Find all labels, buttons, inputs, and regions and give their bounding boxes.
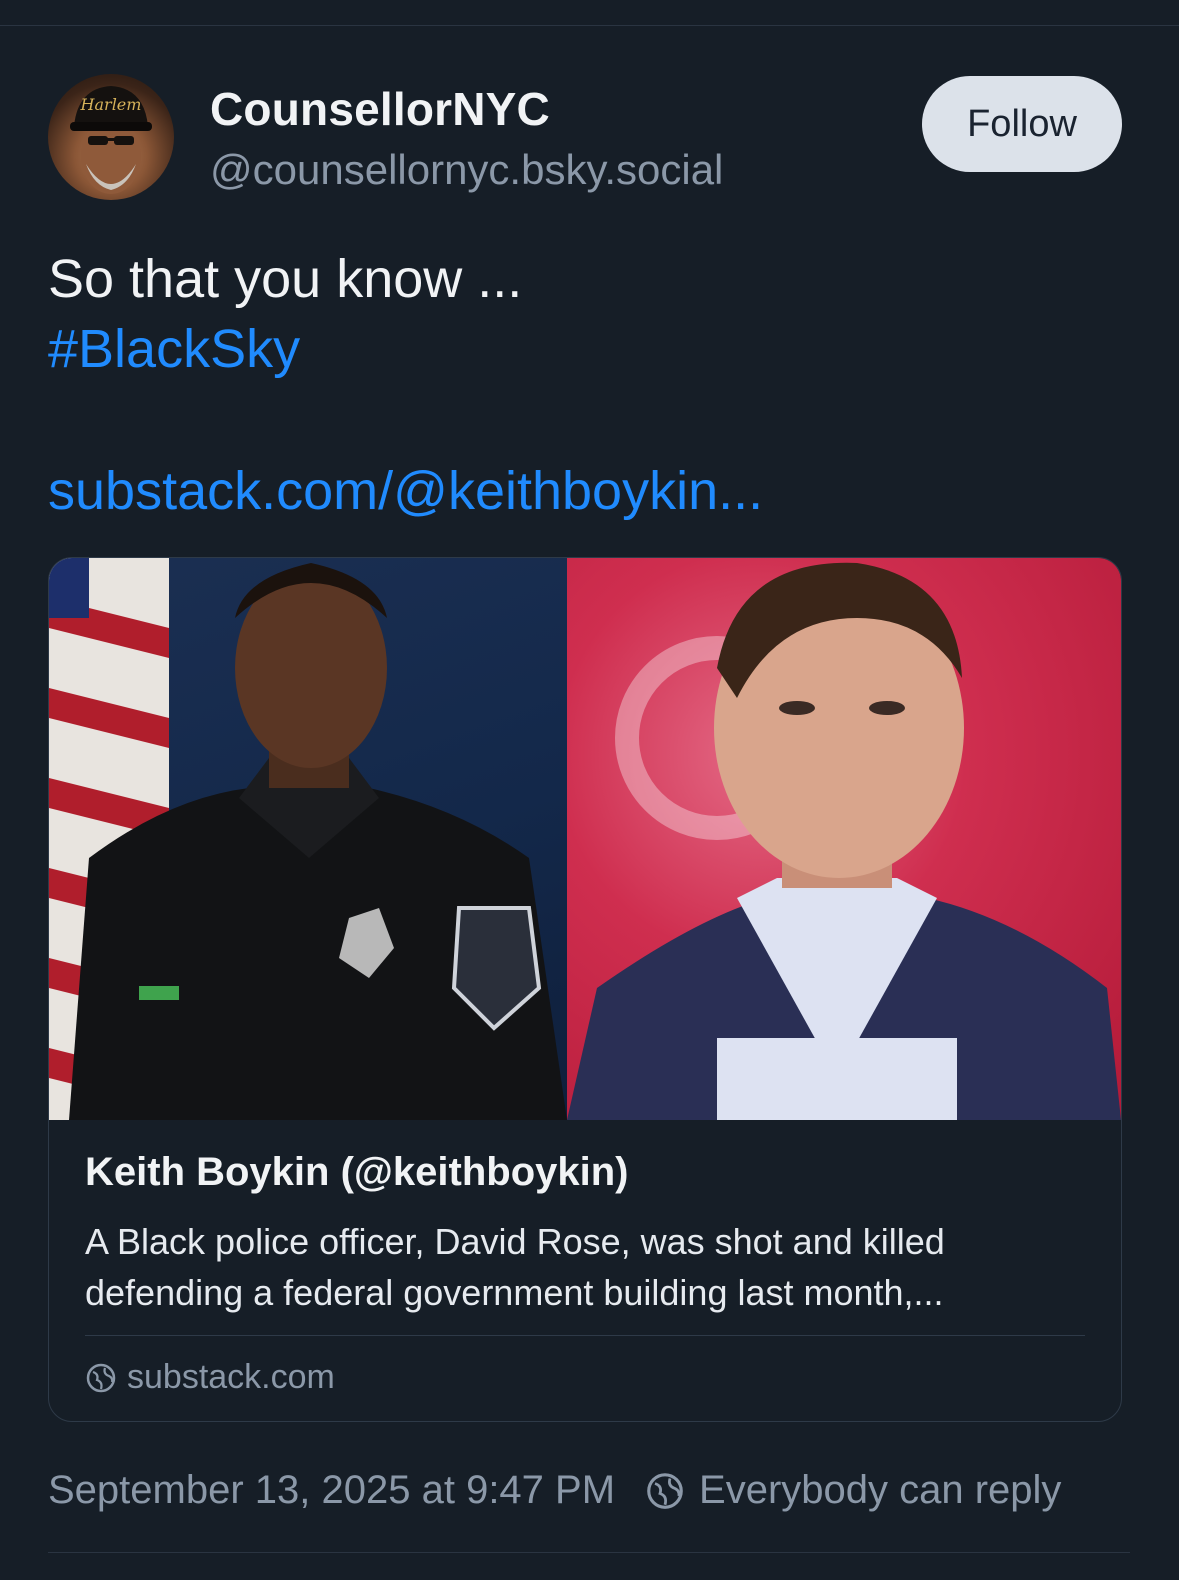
display-name[interactable]: CounsellorNYC [210,82,550,136]
link-card-divider [85,1335,1085,1336]
link-card-description: A Black police officer, David Rose, was … [85,1221,945,1313]
link-card[interactable]: Keith Boykin (@keithboykin) A Black poli… [48,557,1122,1422]
post-timestamp: September 13, 2025 at 9:47 PM [48,1468,616,1512]
avatar[interactable]: Harlem [48,74,174,200]
post-url-link[interactable]: substack.com/@keithboykin... [48,456,763,526]
post-text: So that you know ... [48,249,523,309]
officer-photo [49,558,567,1120]
globe-icon [85,1362,117,1394]
link-card-domain: substack.com [127,1358,335,1396]
avatar-image: Harlem [70,86,152,194]
link-card-image [49,558,1121,1120]
top-divider [0,25,1179,26]
follow-button[interactable]: Follow [922,76,1122,172]
avatar-cap-text: Harlem [80,95,142,114]
speaker-photo [567,558,1121,1120]
globe-icon [645,1471,685,1511]
hashtag-link[interactable]: #BlackSky [48,314,300,384]
handle[interactable]: @counsellornyc.bsky.social [210,146,723,194]
reply-setting-label: Everybody can reply [699,1468,1062,1512]
link-card-domain-row: substack.com [85,1358,335,1397]
link-card-title: Keith Boykin (@keithboykin) [85,1150,629,1194]
bottom-divider [48,1552,1130,1553]
post-meta-row: September 13, 2025 at 9:47 PM Everybody … [48,1468,1061,1513]
reply-setting[interactable]: Everybody can reply [645,1468,1061,1513]
